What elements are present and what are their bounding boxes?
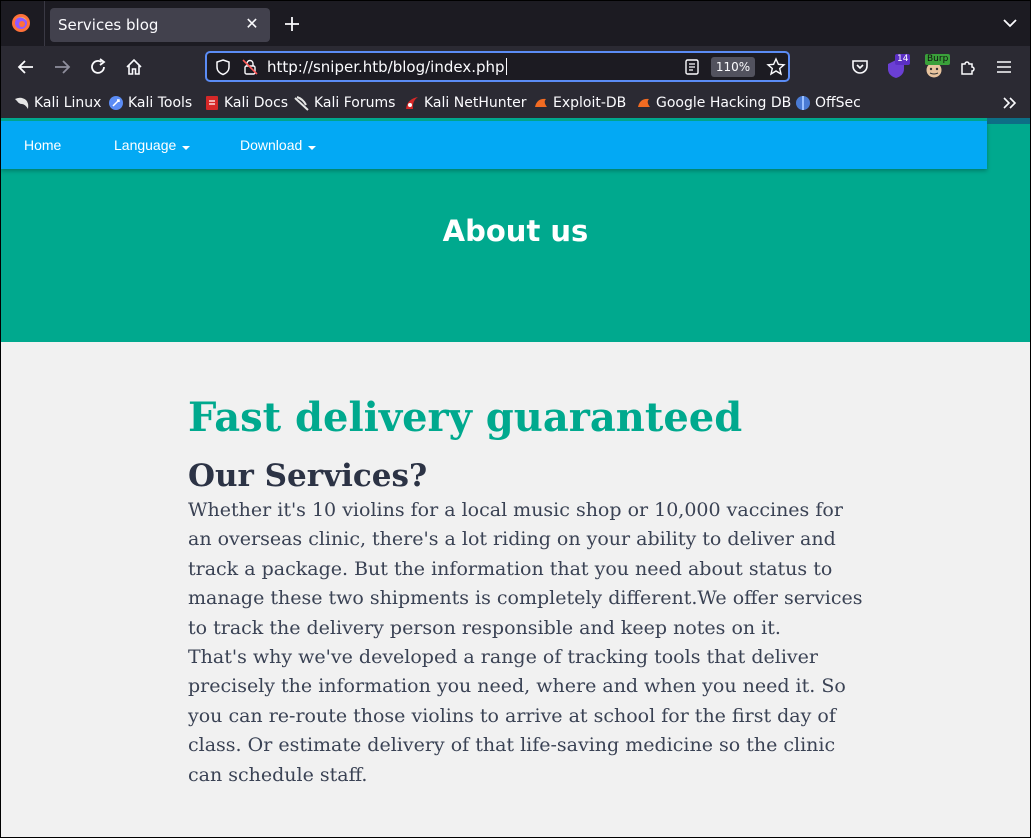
- url-bar[interactable]: http://sniper.htb/blog/index.php 110%: [205, 51, 790, 82]
- tab-services-blog[interactable]: Services blog ✕: [50, 8, 270, 42]
- bookmark-offsec[interactable]: OffSec: [795, 93, 861, 113]
- kali-docs-icon: [206, 96, 218, 110]
- hero-banner: Home Language Download About us: [1, 118, 1030, 342]
- caret-down-icon: [308, 146, 317, 150]
- bookmark-kali-docs[interactable]: Kali Docs: [204, 93, 288, 113]
- bookmarks-toolbar: Kali Linux Kali Tools Kali Docs Kali For…: [1, 88, 1030, 118]
- kali-dragon-icon: [15, 97, 29, 109]
- hero-title: About us: [442, 214, 589, 248]
- reload-icon[interactable]: [88, 57, 108, 77]
- burp-label-badge: Burp: [925, 54, 951, 65]
- bookmark-kali-nethunter[interactable]: Kali NetHunter: [404, 93, 526, 113]
- kali-tools-icon: [109, 96, 123, 110]
- home-icon[interactable]: [124, 57, 144, 77]
- back-arrow-icon[interactable]: [16, 57, 36, 77]
- new-tab-icon[interactable]: [281, 13, 303, 35]
- pocket-icon[interactable]: [850, 57, 870, 77]
- navigation-toolbar: http://sniper.htb/blog/index.php 110% 14: [1, 46, 1030, 88]
- firefox-menu-icon[interactable]: [11, 13, 31, 33]
- bookmark-star-icon[interactable]: [766, 57, 786, 77]
- bookmark-kali-tools[interactable]: Kali Tools: [108, 93, 192, 113]
- caret-down-icon: [182, 146, 191, 150]
- reader-view-icon[interactable]: [683, 58, 701, 76]
- services-subheading: Our Services?: [188, 458, 428, 494]
- extensions-puzzle-icon[interactable]: [958, 57, 978, 77]
- insecure-lock-icon[interactable]: [241, 58, 259, 76]
- burp-extension-button[interactable]: Burp: [923, 54, 951, 79]
- nethunter-icon: [406, 97, 418, 109]
- main-content: Fast delivery guaranteed Our Services? W…: [188, 390, 868, 790]
- url-text[interactable]: http://sniper.htb/blog/index.php: [267, 58, 507, 76]
- ghdb-icon: [638, 98, 650, 107]
- tab-close-icon[interactable]: ✕: [242, 14, 262, 34]
- chevron-double-right-icon[interactable]: [1002, 95, 1018, 111]
- shield-icon[interactable]: [214, 58, 232, 76]
- nav-language-dropdown[interactable]: Language: [114, 121, 191, 169]
- extension-count-badge: 14: [895, 54, 911, 65]
- tab-title: Services blog: [58, 16, 159, 34]
- kali-forums-icon: [294, 96, 309, 111]
- hero-stripe: [987, 118, 1030, 124]
- extension-badge-button[interactable]: 14: [886, 54, 911, 79]
- nav-download-dropdown[interactable]: Download: [240, 121, 317, 169]
- forward-arrow-icon[interactable]: [52, 57, 72, 77]
- tab-strip: Services blog ✕: [1, 1, 1030, 46]
- bookmark-kali-forums[interactable]: Kali Forums: [294, 93, 395, 113]
- offsec-icon: [796, 96, 810, 110]
- zoom-level-button[interactable]: 110%: [711, 57, 755, 77]
- chevron-down-icon[interactable]: [1002, 15, 1018, 31]
- bookmark-google-hacking-db[interactable]: Google Hacking DB: [636, 93, 791, 113]
- page-heading: Fast delivery guaranteed: [188, 394, 743, 441]
- browser-window: Services blog ✕ http://sniper.htb/blog/i…: [1, 1, 1030, 837]
- services-paragraph-1: Whether it's 10 violins for a local musi…: [188, 499, 863, 639]
- tab-separator: [44, 1, 45, 46]
- hamburger-menu-icon[interactable]: [994, 57, 1014, 77]
- exploit-db-icon: [535, 98, 547, 107]
- nav-home-link[interactable]: Home: [24, 121, 61, 169]
- services-paragraph-2: That's why we've developed a range of tr…: [188, 646, 846, 786]
- bookmark-exploit-db[interactable]: Exploit-DB: [533, 93, 626, 113]
- bookmark-kali-linux[interactable]: Kali Linux: [14, 93, 101, 113]
- web-page: Home Language Download About us Fast del…: [1, 118, 1030, 837]
- site-navbar: Home Language Download: [1, 121, 987, 169]
